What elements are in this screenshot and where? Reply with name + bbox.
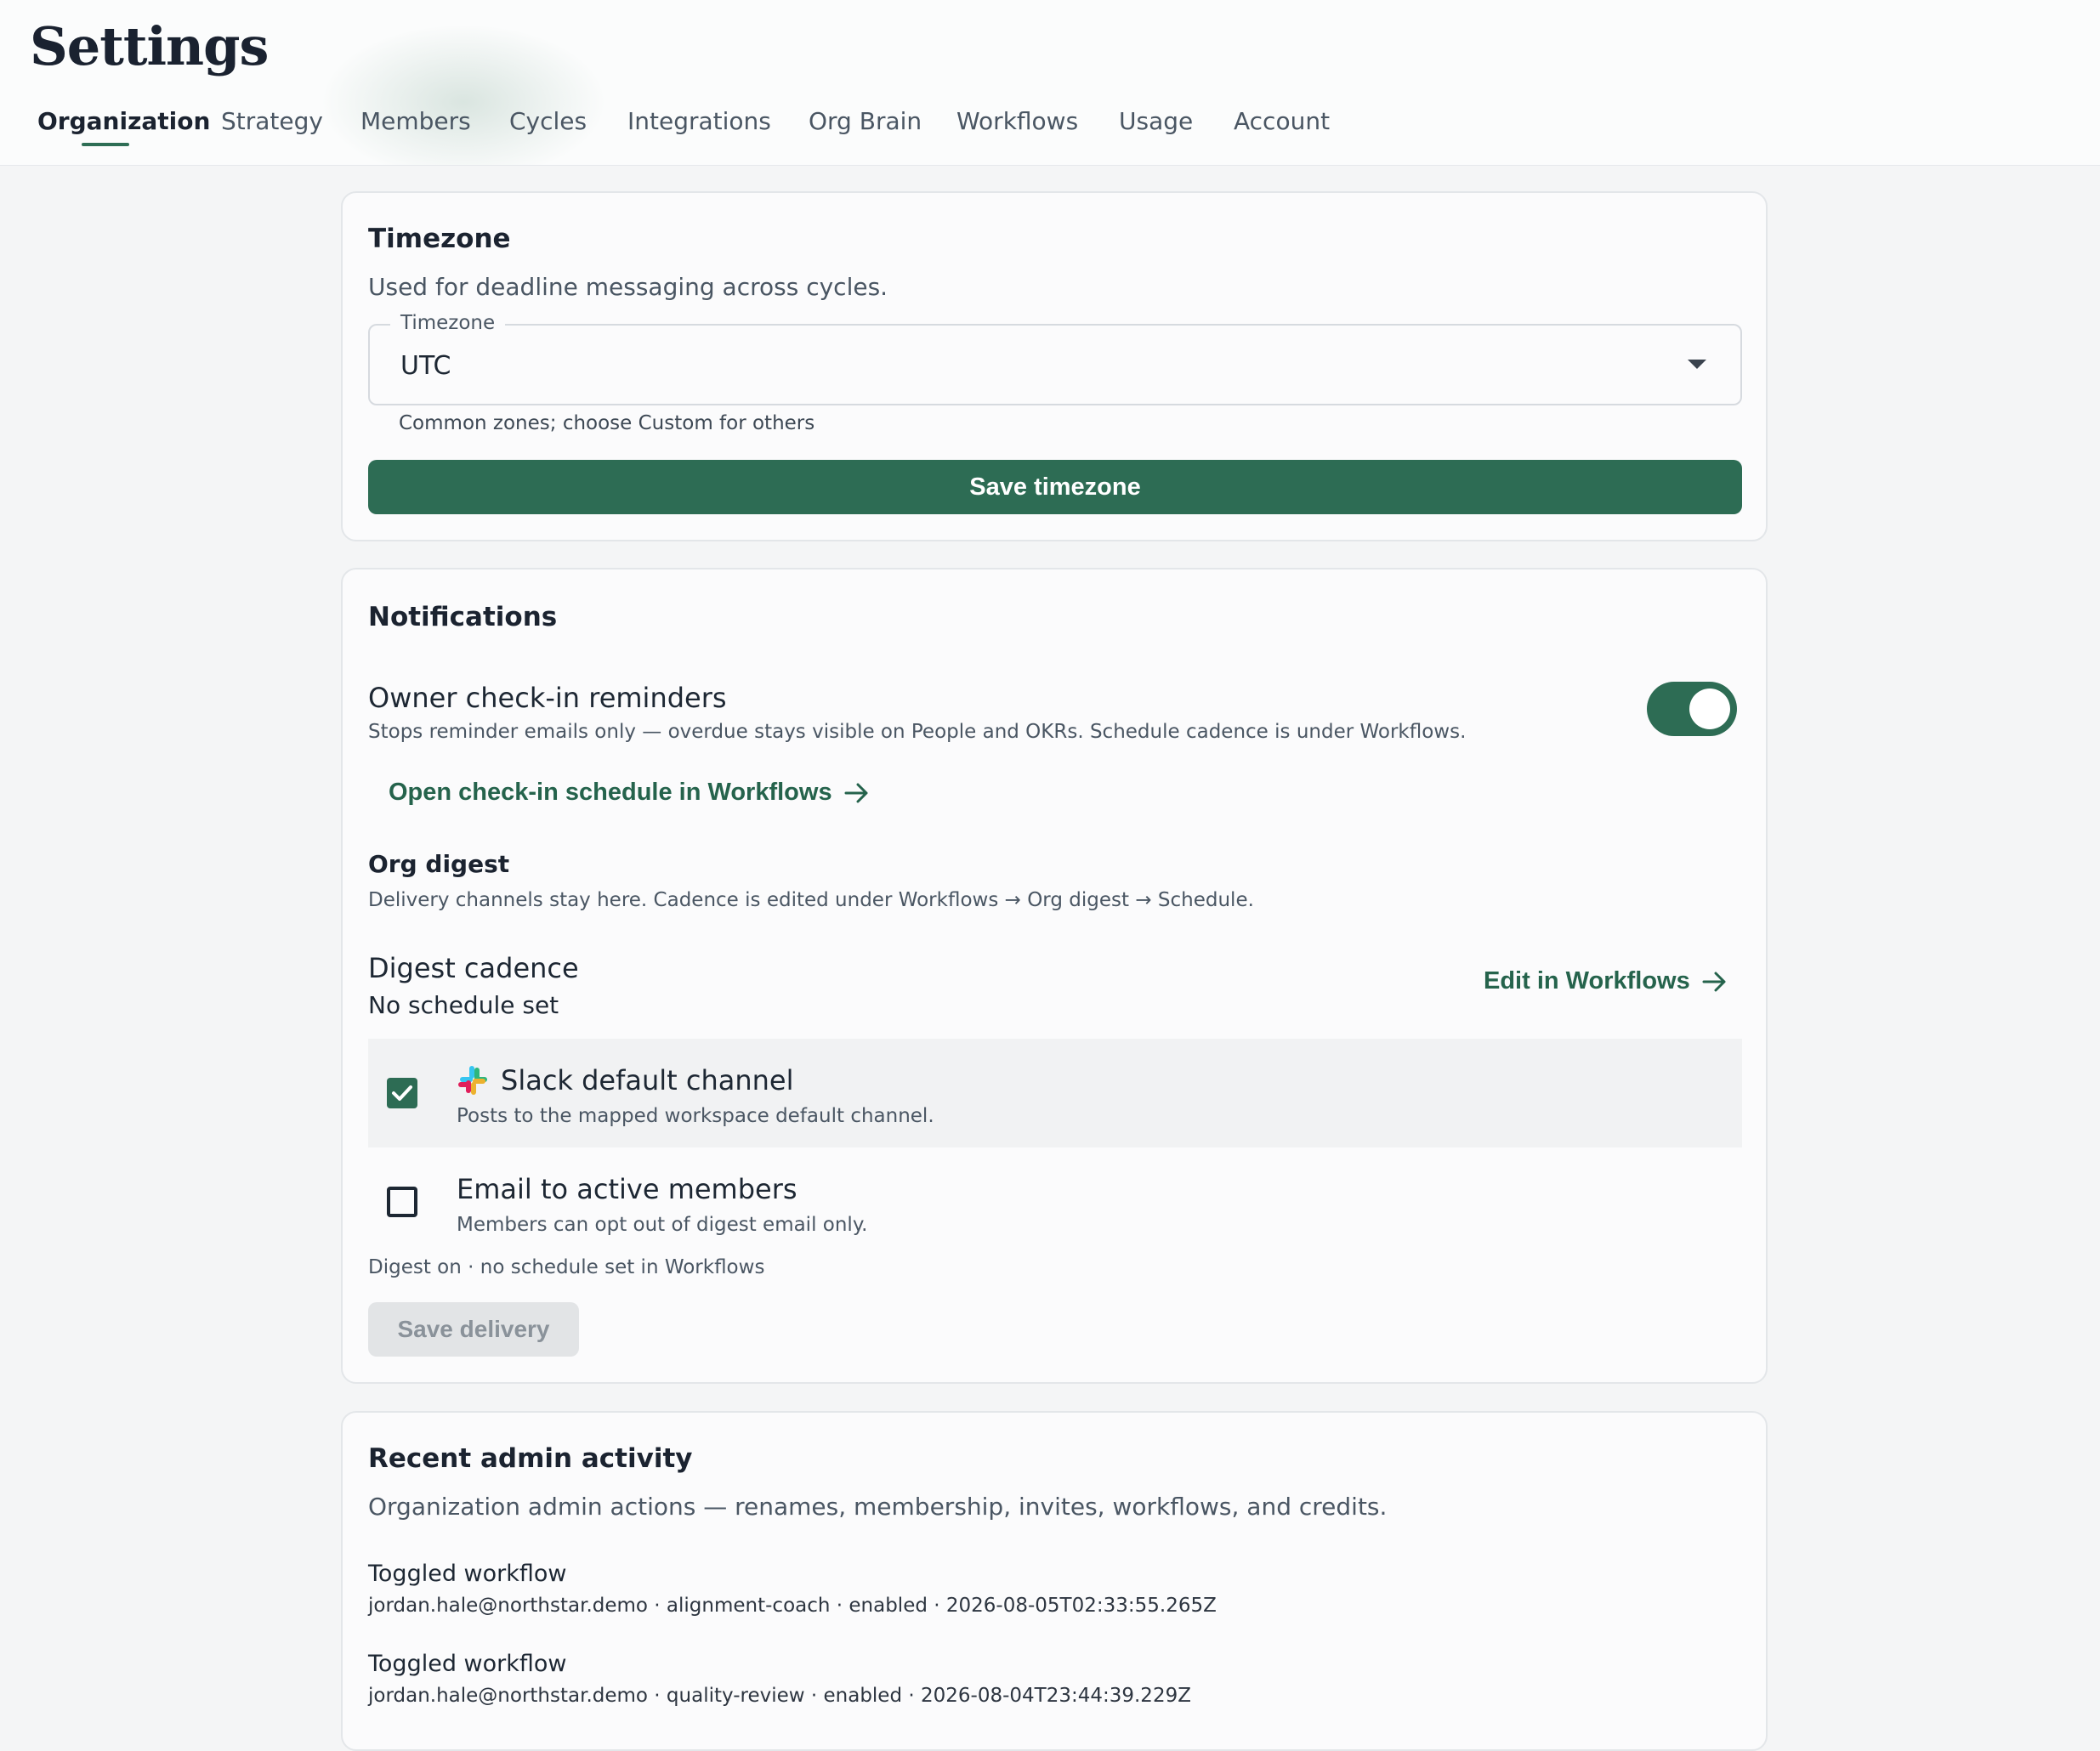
arrow-right-icon <box>844 783 868 803</box>
tab-cycles[interactable]: Cycles <box>509 100 587 150</box>
digest-cadence-label: Digest cadence <box>368 952 579 984</box>
slack-channel-checkbox[interactable] <box>387 1078 417 1108</box>
settings-tabs: Organization Strategy Members Cycles Int… <box>0 100 2100 151</box>
slack-channel-subtitle: Posts to the mapped workspace default ch… <box>457 1105 934 1127</box>
email-channel-subtitle: Members can opt out of digest email only… <box>457 1214 868 1236</box>
save-delivery-button[interactable]: Save delivery <box>368 1302 579 1357</box>
timezone-helper-text: Common zones; choose Custom for others <box>399 412 815 434</box>
save-timezone-button[interactable]: Save timezone <box>368 460 1742 514</box>
email-channel-checkbox[interactable] <box>387 1187 417 1217</box>
email-channel-title: Email to active members <box>457 1173 797 1205</box>
arrow-right-icon <box>1702 972 1726 992</box>
open-checkin-schedule-label: Open check-in schedule in Workflows <box>389 779 832 806</box>
tab-account[interactable]: Account <box>1234 100 1330 150</box>
activity-item-action: Toggled workflow <box>368 1561 567 1587</box>
slack-channel-title: Slack default channel <box>501 1064 794 1096</box>
timezone-title: Timezone <box>368 224 511 254</box>
reminders-title: Owner check-in reminders <box>368 682 727 714</box>
activity-item-action: Toggled workflow <box>368 1651 567 1677</box>
activity-item-meta: jordan.hale@northstar.demo · alignment-c… <box>368 1595 1217 1617</box>
tab-members[interactable]: Members <box>360 100 471 150</box>
notifications-title: Notifications <box>368 602 558 632</box>
checkmark-icon <box>392 1085 412 1101</box>
org-digest-description: Delivery channels stay here. Cadence is … <box>368 889 1254 911</box>
timezone-card: Timezone Used for deadline messaging acr… <box>341 191 1768 541</box>
tab-usage[interactable]: Usage <box>1119 100 1193 150</box>
edit-in-workflows-label: Edit in Workflows <box>1484 967 1690 994</box>
tab-org-brain[interactable]: Org Brain <box>809 100 922 150</box>
digest-status: Digest on · no schedule set in Workflows <box>368 1256 765 1278</box>
timezone-description: Used for deadline messaging across cycle… <box>368 273 888 301</box>
tab-workflows[interactable]: Workflows <box>956 100 1078 150</box>
timezone-value: UTC <box>400 351 451 381</box>
org-digest-heading: Org digest <box>368 850 510 878</box>
admin-activity-title: Recent admin activity <box>368 1443 693 1474</box>
open-checkin-schedule-link[interactable]: Open check-in schedule in Workflows <box>389 779 870 807</box>
tab-integrations[interactable]: Integrations <box>627 100 771 150</box>
timezone-select[interactable]: Timezone UTC <box>368 312 1742 405</box>
reminders-subtitle: Stops reminder emails only — overdue sta… <box>368 721 1467 743</box>
notifications-card: Notifications Owner check-in reminders S… <box>341 568 1768 1384</box>
timezone-field-label: Timezone <box>390 312 506 334</box>
channel-row-slack[interactable]: Slack default channel Posts to the mappe… <box>368 1039 1742 1148</box>
admin-activity-card: Recent admin activity Organization admin… <box>341 1411 1768 1751</box>
tab-strategy[interactable]: Strategy <box>221 100 323 150</box>
settings-header: Settings Organization Strategy Members C… <box>0 0 2100 166</box>
toggle-knob <box>1689 688 1730 729</box>
slack-icon <box>458 1066 487 1095</box>
admin-activity-description: Organization admin actions — renames, me… <box>368 1493 1388 1521</box>
activity-item-meta: jordan.hale@northstar.demo · quality-rev… <box>368 1685 1191 1707</box>
reminders-toggle[interactable] <box>1647 682 1737 736</box>
active-tab-indicator <box>82 143 129 146</box>
edit-in-workflows-link[interactable]: Edit in Workflows <box>1484 967 1728 995</box>
caret-down-icon <box>1688 360 1706 369</box>
digest-cadence-value: No schedule set <box>368 991 559 1019</box>
page-title: Settings <box>30 15 269 77</box>
channel-row-email[interactable]: Email to active members Members can opt … <box>368 1149 1742 1258</box>
